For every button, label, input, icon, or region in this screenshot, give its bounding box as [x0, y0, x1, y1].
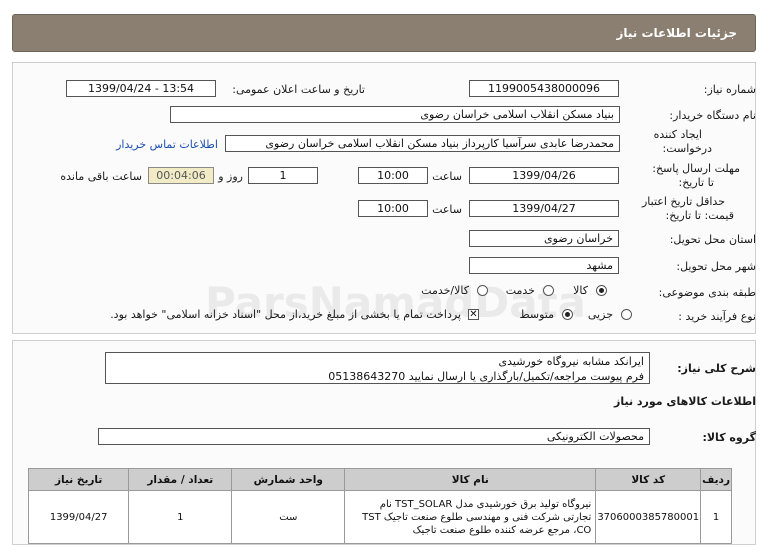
- province-field: خراسان رضوی: [469, 230, 619, 247]
- deadline-time-label: ساعت: [432, 170, 462, 183]
- category-goods-radio[interactable]: [596, 285, 607, 296]
- deadline-time-field: 10:00: [358, 167, 428, 184]
- description-field: ایرانکد مشابه نیروگاه خورشیدی فرم پیوست …: [105, 352, 650, 384]
- category-both-label: کالا/خدمت: [421, 284, 469, 297]
- cell-date: 1399/04/27: [27, 490, 130, 544]
- buyer-field: بنیاد مسکن انقلاب اسلامی خراسان رضوی: [170, 106, 620, 123]
- days-field: 1: [248, 167, 318, 184]
- goods-section-title: اطلاعات کالاهای مورد نیاز: [614, 395, 756, 408]
- days-label: روز و: [218, 170, 243, 183]
- col-name: نام کالا: [344, 468, 597, 491]
- validity-label: حداقل تاریخ اعتبار: [641, 195, 725, 208]
- remaining-time-field: 00:04:06: [148, 167, 214, 184]
- category-goods-label: کالا: [573, 284, 588, 297]
- table-row: 1 3706000385780001 نیروگاه تولید برق خور…: [27, 490, 732, 544]
- description-line-1: ایرانکد مشابه نیروگاه خورشیدی: [498, 355, 645, 368]
- remaining-label: ساعت باقی مانده: [60, 170, 142, 183]
- validity-time-field: 10:00: [358, 200, 428, 217]
- goods-table: ردیف کد کالا نام کالا واحد شمارش تعداد /…: [27, 468, 732, 544]
- validity-time-label: ساعت: [432, 203, 462, 216]
- validity-label-2: قیمت: تا تاریخ:: [665, 209, 734, 222]
- creator-field: محمدرضا عابدی سرآسیا کارپرداز بنیاد مسکن…: [225, 135, 620, 152]
- treasury-checkbox[interactable]: ✕: [468, 309, 479, 320]
- announce-label: تاریخ و ساعت اعلان عمومی:: [232, 83, 365, 96]
- need-number-label: شماره نیاز:: [703, 83, 756, 96]
- process-medium-label: متوسط: [519, 308, 554, 321]
- cell-row: 1: [700, 490, 732, 544]
- goods-group-field: محصولات الکترونیکی: [98, 428, 650, 445]
- description-label: شرح کلی نیاز:: [677, 362, 756, 375]
- description-line-2: فرم پیوست مراجعه/تکمیل/بارگذاری یا ارسال…: [328, 370, 644, 383]
- category-service-radio[interactable]: [543, 285, 554, 296]
- buyer-label: نام دستگاه خریدار:: [669, 109, 756, 122]
- process-minor-label: جزیی: [587, 308, 613, 321]
- process-medium-radio[interactable]: [562, 309, 573, 320]
- validity-date-field: 1399/04/27: [469, 200, 619, 217]
- buyer-contact-link[interactable]: اطلاعات تماس خریدار: [116, 138, 218, 151]
- col-unit: واحد شمارش: [231, 468, 346, 491]
- col-date: تاریخ نیاز: [27, 468, 130, 491]
- need-number-field: 1199005438000096: [469, 80, 619, 97]
- creator-label-2: درخواست:: [662, 142, 712, 155]
- page-title: جزئیات اطلاعات نیاز: [616, 26, 737, 40]
- process-label: نوع فرآیند خرید :: [678, 310, 756, 323]
- category-both-radio[interactable]: [477, 285, 488, 296]
- category-service-label: خدمت: [505, 284, 535, 297]
- deadline-date-field: 1399/04/26: [469, 167, 619, 184]
- city-label: شهر محل تحویل:: [676, 260, 756, 273]
- goods-table-header: ردیف کد کالا نام کالا واحد شمارش تعداد /…: [27, 468, 732, 491]
- col-qty: تعداد / مقدار: [128, 468, 233, 491]
- deadline-label: مهلت ارسال پاسخ:: [652, 162, 740, 175]
- cell-qty: 1: [128, 490, 233, 544]
- payment-note: پرداخت تمام یا بخشی از مبلغ خرید،از محل …: [110, 308, 461, 321]
- col-row: ردیف: [700, 468, 732, 491]
- goods-group-label: گروه کالا:: [702, 431, 756, 444]
- cell-name: نیروگاه تولید برق خورشیدی مدل TST_SOLAR …: [344, 490, 597, 544]
- col-code: کد کالا: [595, 468, 702, 491]
- announce-field: 1399/04/24 - 13:54: [66, 80, 216, 97]
- cell-unit: ست: [231, 490, 346, 544]
- category-label: طبقه بندی موضوعی:: [658, 286, 756, 299]
- creator-label: ایجاد کننده: [653, 128, 702, 141]
- city-field: مشهد: [469, 257, 619, 274]
- cell-code: 3706000385780001: [595, 490, 702, 544]
- process-minor-radio[interactable]: [621, 309, 632, 320]
- province-label: استان محل تحویل:: [669, 233, 756, 246]
- page-header: جزئیات اطلاعات نیاز: [12, 14, 756, 52]
- deadline-label-2: تا تاریخ:: [678, 176, 714, 189]
